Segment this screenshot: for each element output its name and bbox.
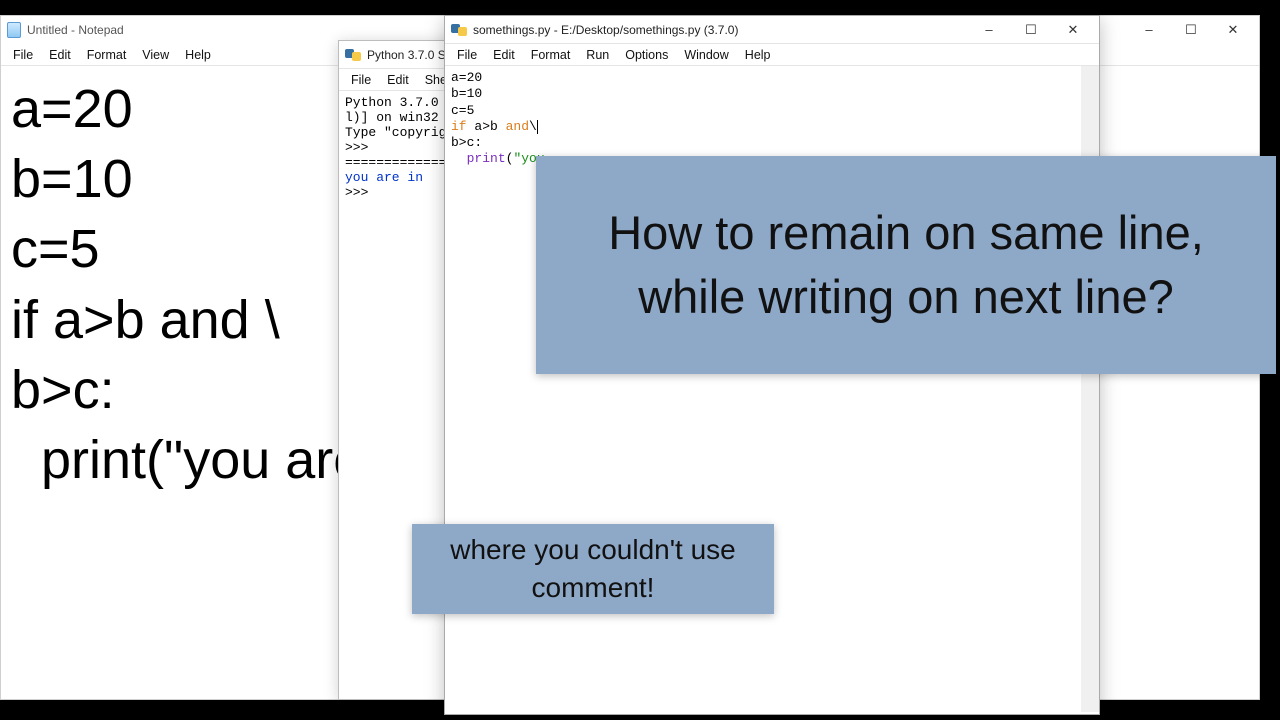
menu-help[interactable]: Help xyxy=(177,46,219,64)
menu-edit[interactable]: Edit xyxy=(41,46,79,64)
indent xyxy=(451,151,467,166)
shell-prompt: >>> xyxy=(345,140,376,155)
text-caret-icon xyxy=(537,120,538,134)
shell-separator: ============= xyxy=(345,155,446,170)
code-line: b>c: xyxy=(451,135,482,150)
menu-format[interactable]: Format xyxy=(523,46,579,64)
menu-format[interactable]: Format xyxy=(79,46,135,64)
python-icon xyxy=(451,22,467,38)
shell-line: Type "copyrig xyxy=(345,125,446,140)
code-line: b=10 xyxy=(451,86,482,101)
maximize-button[interactable]: ☐ xyxy=(1011,18,1051,42)
menu-edit[interactable]: Edit xyxy=(379,71,417,89)
python-icon xyxy=(345,47,361,63)
menu-window[interactable]: Window xyxy=(676,46,736,64)
code-line: c=5 xyxy=(451,103,474,118)
menu-help[interactable]: Help xyxy=(737,46,779,64)
menu-file[interactable]: File xyxy=(343,71,379,89)
window-controls: – ☐ ✕ xyxy=(969,18,1093,42)
notepad-icon xyxy=(7,22,21,38)
menu-options[interactable]: Options xyxy=(617,46,676,64)
keyword-if: if xyxy=(451,119,467,134)
annotation-sub: where you couldn't use comment! xyxy=(412,524,774,614)
shell-prompt: >>> xyxy=(345,185,376,200)
shell-line: l)] on win32 xyxy=(345,110,439,125)
code-expr: a>b xyxy=(467,119,506,134)
close-button[interactable]: ✕ xyxy=(1053,18,1093,42)
menu-file[interactable]: File xyxy=(5,46,41,64)
editor-title: somethings.py - E:/Desktop/somethings.py… xyxy=(473,23,738,37)
builtin-print: print xyxy=(467,151,506,166)
editor-titlebar[interactable]: somethings.py - E:/Desktop/somethings.py… xyxy=(445,16,1099,44)
shell-title: Python 3.7.0 Sh xyxy=(367,48,452,62)
editor-menubar: File Edit Format Run Options Window Help xyxy=(445,44,1099,66)
minimize-button[interactable]: – xyxy=(1129,18,1169,42)
maximize-button[interactable]: ☐ xyxy=(1171,18,1211,42)
keyword-and: and xyxy=(506,119,529,134)
notepad-title: Untitled - Notepad xyxy=(27,23,124,37)
code-line: a=20 xyxy=(451,70,482,85)
menu-run[interactable]: Run xyxy=(578,46,617,64)
shell-output-line: you are in xyxy=(345,170,423,185)
menu-view[interactable]: View xyxy=(134,46,177,64)
shell-line: Python 3.7.0 xyxy=(345,95,446,110)
annotation-text: where you couldn't use comment! xyxy=(430,531,756,607)
window-controls: – ☐ ✕ xyxy=(1129,18,1253,42)
close-button[interactable]: ✕ xyxy=(1213,18,1253,42)
menu-edit[interactable]: Edit xyxy=(485,46,523,64)
menu-file[interactable]: File xyxy=(449,46,485,64)
annotation-main: How to remain on same line, while writin… xyxy=(536,156,1276,374)
annotation-text: How to remain on same line, while writin… xyxy=(560,201,1252,329)
minimize-button[interactable]: – xyxy=(969,18,1009,42)
line-continuation: \ xyxy=(529,119,537,134)
